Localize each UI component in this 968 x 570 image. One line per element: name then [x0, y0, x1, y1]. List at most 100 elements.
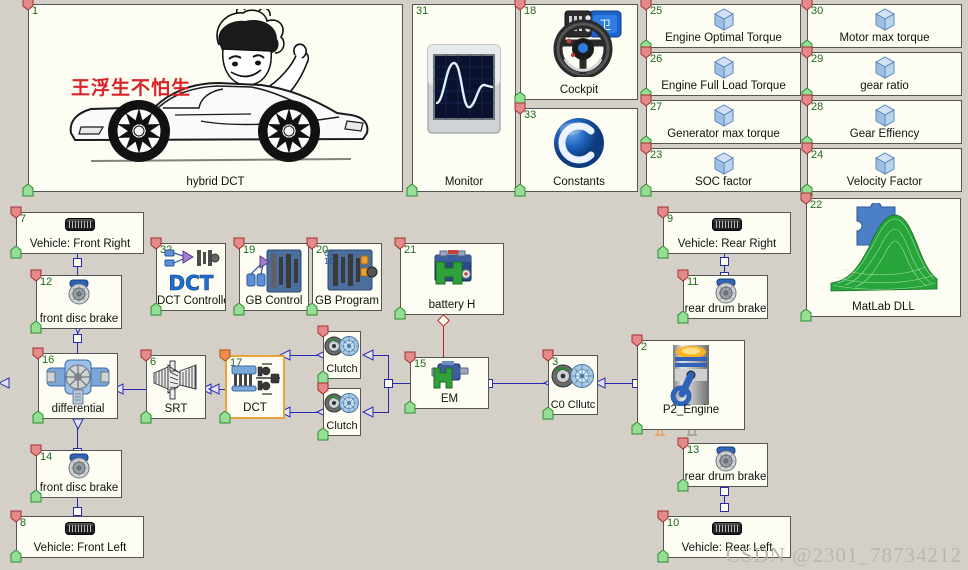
- block-number: 23: [650, 149, 663, 161]
- block-label: Vehicle: Front Right: [29, 238, 131, 250]
- blue-cube-icon: [713, 104, 735, 128]
- block-dct-controller[interactable]: 32 DCT DCT Controlle: [156, 243, 226, 311]
- block-srt[interactable]: 6 SRT: [146, 355, 206, 419]
- block-number: 12: [40, 276, 53, 288]
- block-label: battery H: [428, 299, 476, 311]
- block-number: 11: [687, 276, 699, 288]
- block-number: 15: [414, 358, 427, 370]
- block-number: 28: [811, 101, 824, 113]
- block-gb-program[interactable]: 20 01 10 GB Program: [312, 243, 382, 311]
- battery-icon: [428, 248, 476, 288]
- block-gb-control[interactable]: 19 GB Control: [239, 243, 309, 311]
- block-cockpit[interactable]: 18 卫 Cockpit: [520, 4, 638, 100]
- block-clutch-bottom[interactable]: Clutch: [323, 388, 361, 436]
- block-number: 25: [650, 5, 663, 17]
- block-battery-h[interactable]: 21 battery H: [400, 243, 504, 315]
- block-label: Vehicle: Rear Left: [681, 542, 773, 554]
- block-em[interactable]: 15 EM: [410, 357, 489, 409]
- tire-icon: [65, 522, 95, 535]
- bevel-gears-icon: [150, 359, 202, 401]
- block-number: 27: [650, 101, 663, 113]
- socket-arrow: [0, 377, 10, 389]
- clutch-icon: [324, 390, 360, 416]
- tire-icon: [712, 218, 742, 231]
- block-differential[interactable]: 16 differential: [38, 353, 118, 419]
- wire-node: [73, 507, 82, 516]
- block-label: Motor max torque: [839, 32, 930, 44]
- block-gear-effiency[interactable]: 28 Gear Effiency: [807, 100, 962, 144]
- disc-brake-icon: [63, 279, 95, 305]
- car-caption-text: 王浮生不怕生: [71, 77, 192, 99]
- differential-icon: [45, 356, 111, 406]
- block-number: 7: [20, 213, 27, 225]
- block-label: front disc brake: [39, 313, 119, 325]
- gearbox-control-icon: [245, 248, 303, 294]
- block-vehicle-rear-left[interactable]: 10 Vehicle: Rear Left: [663, 516, 791, 558]
- blue-cube-icon: [713, 56, 735, 80]
- dual-clutch-transmission-icon: [228, 360, 282, 400]
- block-front-disc-brake-left[interactable]: 14 front disc brake: [36, 450, 122, 498]
- wire-node: [73, 258, 82, 267]
- blue-cube-icon: [874, 56, 896, 80]
- block-label: rear drum brake: [684, 471, 767, 483]
- block-number: 1: [32, 5, 39, 17]
- block-label: SOC factor: [695, 176, 752, 188]
- block-label: gear ratio: [860, 80, 909, 92]
- block-label: EM: [440, 393, 459, 405]
- wire-node: [720, 487, 729, 496]
- block-dct[interactable]: 17 DCT: [225, 355, 285, 419]
- block-p2-engine[interactable]: 2 P2_Engine: [637, 340, 745, 430]
- block-label: Engine Full Load Torque: [661, 80, 786, 92]
- block-clutch-top[interactable]: Clutch: [323, 331, 361, 379]
- blue-c-sphere-icon: [551, 115, 607, 171]
- drum-brake-icon: [710, 278, 742, 304]
- drum-brake-icon: [710, 446, 742, 472]
- socket-arrow: [361, 406, 374, 418]
- clutch-icon: [324, 333, 360, 359]
- gearbox-program-icon: 01 10: [316, 246, 378, 294]
- block-vehicle-front-left[interactable]: 8 Vehicle: Front Left: [16, 516, 144, 558]
- block-hybrid-dct[interactable]: 1 王浮生不怕生 hybrid DCT: [28, 4, 403, 192]
- model-diagram-canvas[interactable]: 1 王浮生不怕生 hybrid DCT 31 Monitor 18 卫 Cock…: [0, 0, 968, 570]
- dct-controller-icon: DCT: [159, 246, 223, 296]
- block-monitor[interactable]: 31 Monitor: [412, 4, 516, 192]
- electrical-node: [437, 314, 450, 327]
- block-label: Clutch: [326, 363, 358, 375]
- block-number: 26: [650, 53, 663, 65]
- block-velocity-factor[interactable]: 24 Velocity Factor: [807, 148, 962, 192]
- block-number: 8: [20, 517, 27, 529]
- block-front-disc-brake-right[interactable]: 12 front disc brake: [36, 275, 122, 329]
- block-label: MatLab DLL: [852, 301, 915, 313]
- block-label: C0 Cllutc: [550, 399, 596, 411]
- block-matlab-dll[interactable]: 22 MatLab DLL: [806, 198, 961, 317]
- block-engine-full-load-torque[interactable]: 26 Engine Full Load Torque: [646, 52, 801, 96]
- block-rear-drum-brake-right[interactable]: 11 rear drum brake: [683, 275, 768, 319]
- block-vehicle-rear-right[interactable]: 9 Vehicle: Rear Right: [663, 212, 791, 254]
- block-label: DCT: [243, 402, 267, 414]
- socket-arrow: [361, 349, 374, 361]
- block-label: Constants: [553, 176, 605, 188]
- block-gear-ratio[interactable]: 29 gear ratio: [807, 52, 962, 96]
- block-number: 13: [687, 444, 700, 456]
- block-soc-factor[interactable]: 23 SOC factor: [646, 148, 801, 192]
- block-number: 9: [667, 213, 674, 225]
- block-label: Velocity Factor: [846, 176, 923, 188]
- block-label: Monitor: [444, 176, 484, 188]
- block-c0-clutch[interactable]: 3 C0 Cllutc: [548, 355, 598, 415]
- block-engine-optimal-torque[interactable]: 25 Engine Optimal Torque: [646, 4, 801, 48]
- block-motor-max-torque[interactable]: 30 Motor max torque: [807, 4, 962, 48]
- block-generator-max-torque[interactable]: 27 Generator max torque: [646, 100, 801, 144]
- block-number: 29: [811, 53, 824, 65]
- block-number: 14: [40, 451, 53, 463]
- block-vehicle-front-right[interactable]: 7 Vehicle: Front Right: [16, 212, 144, 254]
- block-rear-drum-brake-left[interactable]: 13 rear drum brake: [683, 443, 768, 487]
- blue-cube-icon: [713, 8, 735, 32]
- socket-arrow-down: [72, 418, 84, 431]
- block-number: 30: [811, 5, 824, 17]
- block-constants[interactable]: 33 Constants: [520, 108, 638, 192]
- block-number: 31: [416, 5, 429, 17]
- block-label: front disc brake: [39, 482, 119, 494]
- block-number: 33: [524, 109, 537, 121]
- block-number: 10: [667, 517, 680, 529]
- block-label: DCT Controlle: [157, 295, 225, 307]
